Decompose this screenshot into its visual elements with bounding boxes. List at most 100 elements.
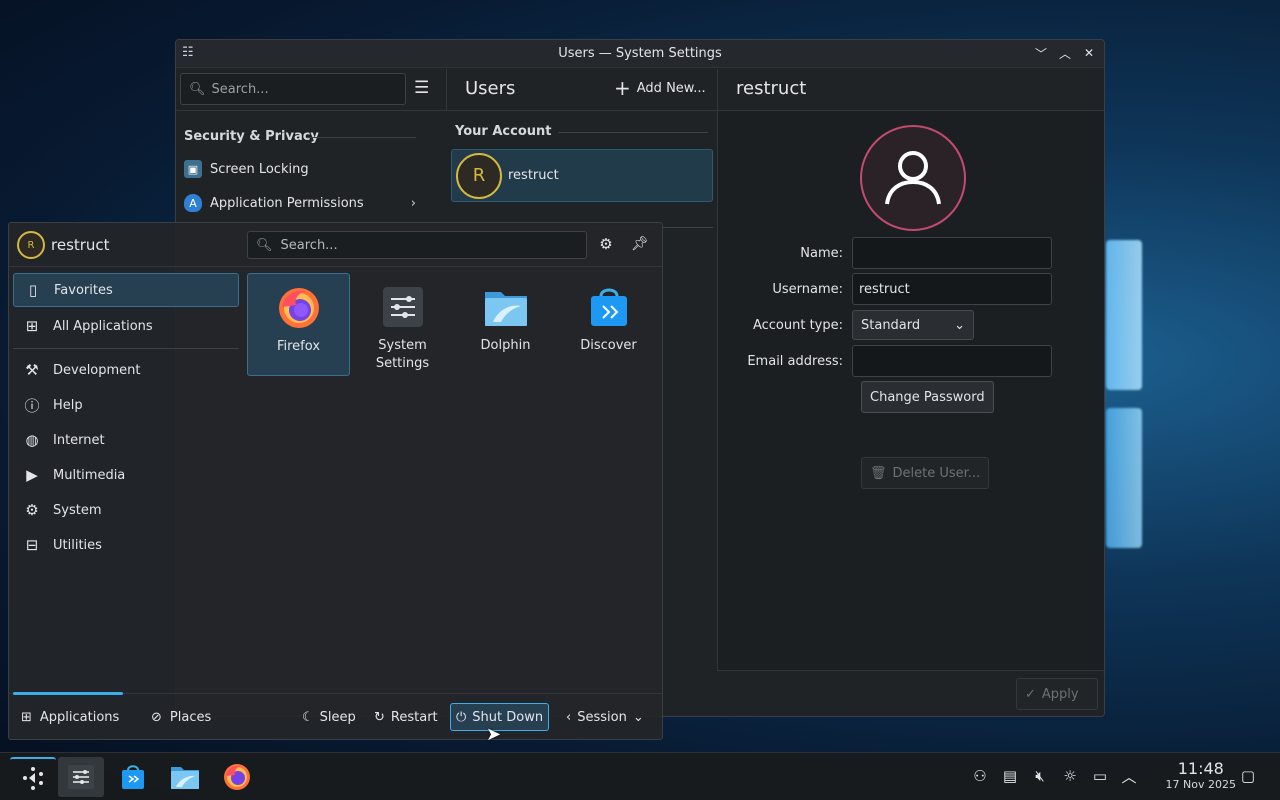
multimedia-icon: ▶	[26, 466, 38, 484]
action-label: Sleep	[319, 709, 356, 725]
launcher-footer: ⊞ Applications ⊘ Places ☾ Sleep ↻ Restar…	[9, 692, 662, 739]
firefox-icon	[275, 284, 323, 332]
launcher-user[interactable]: R restruct	[17, 231, 110, 259]
settings-search-input[interactable]	[211, 81, 392, 97]
action-label: Session	[577, 709, 627, 725]
tab-label: Applications	[39, 709, 120, 725]
network-icon[interactable]: ▭	[1089, 765, 1111, 787]
category-favorites[interactable]: ▯ Favorites	[13, 273, 239, 307]
plus-icon: +	[614, 76, 631, 100]
username-label: Username:	[772, 281, 843, 297]
category-system[interactable]: ⚙ System	[13, 493, 239, 527]
minimize-icon[interactable]: ﹀	[1032, 44, 1050, 62]
app-launcher-button[interactable]	[10, 757, 56, 797]
apply-button[interactable]: ✓ Apply	[1016, 678, 1098, 710]
email-field[interactable]	[852, 345, 1052, 377]
launcher-search[interactable]: 🔍︎	[247, 231, 587, 259]
detail-title: restruct	[736, 78, 807, 99]
grid-icon: ⊞	[25, 317, 39, 335]
app-label: System Settings	[375, 338, 430, 371]
chevron-right-icon: ›	[410, 195, 416, 211]
tab-applications[interactable]: ⊞ Applications	[21, 703, 119, 731]
app-discover[interactable]: Discover	[557, 273, 660, 376]
category-help[interactable]: ⓘ Help	[13, 388, 239, 422]
taskbar-discover[interactable]	[110, 757, 156, 797]
configure-icon[interactable]: ⚙︎	[596, 234, 616, 254]
taskbar-firefox[interactable]	[214, 757, 260, 797]
sidebar-item-screen-locking[interactable]: ▣ Screen Locking	[184, 154, 420, 184]
folder-icon	[482, 283, 530, 331]
grid-icon: ⊞	[21, 709, 32, 725]
window-toolbar: 🔍︎ ☰ Users + Add New... restruct	[176, 69, 1104, 111]
kde-connect-icon[interactable]: ⚇	[969, 765, 991, 787]
volume-muted-icon[interactable]: 🔇︎	[1029, 765, 1051, 787]
app-system-settings[interactable]: System Settings	[351, 273, 454, 376]
app-dolphin[interactable]: Dolphin	[454, 273, 557, 376]
hamburger-menu-icon[interactable]: ☰	[414, 79, 432, 97]
category-label: Utilities	[53, 537, 102, 553]
window-titlebar[interactable]: ☷ Users — System Settings ﹀ ︿ ✕	[176, 40, 1104, 68]
taskbar-system-settings[interactable]	[58, 757, 104, 797]
category-internet[interactable]: ◍ Internet	[13, 423, 239, 457]
restart-button[interactable]: ↻ Restart	[369, 703, 443, 731]
discover-icon	[122, 765, 144, 789]
info-icon: ⓘ	[24, 396, 40, 415]
tab-label: Places	[169, 709, 212, 725]
clipboard-icon[interactable]: ▤	[999, 765, 1021, 787]
user-icon	[885, 151, 941, 205]
maximize-icon[interactable]: ︿	[1056, 44, 1074, 62]
pin-icon[interactable]: 📌︎	[630, 234, 650, 254]
apply-label: Apply	[1041, 686, 1079, 702]
tab-places[interactable]: ⊘ Places	[151, 703, 211, 731]
add-new-label: Add New...	[636, 80, 706, 96]
trash-icon: 🗑︎	[870, 465, 887, 481]
username-field[interactable]: restruct	[852, 273, 1052, 305]
sidebar-item-application-permissions[interactable]: A Application Permissions ›	[184, 188, 420, 218]
section-header-security: Security & Privacy	[184, 129, 319, 144]
globe-icon: ◍	[25, 431, 39, 449]
gear-icon: ⚙	[25, 501, 39, 519]
settings-search[interactable]: 🔍︎	[180, 73, 406, 105]
divider	[717, 69, 718, 110]
account-type-select[interactable]: Standard ⌄	[852, 310, 974, 340]
mouse-cursor-icon: ➤	[486, 724, 502, 745]
chevron-up-icon[interactable]: ︿	[1118, 765, 1140, 787]
add-new-button[interactable]: + Add New...	[614, 76, 706, 100]
toolbox-icon: ⊟	[25, 536, 39, 554]
settings-app-icon[interactable]: ☷	[182, 45, 198, 61]
category-all-applications[interactable]: ⊞ All Applications	[13, 309, 239, 343]
change-password-button[interactable]: Change Password	[861, 381, 994, 413]
category-label: Help	[53, 397, 83, 413]
category-utilities[interactable]: ⊟ Utilities	[13, 528, 239, 562]
clock[interactable]: 11:48 17 Nov 2025	[1166, 759, 1236, 791]
name-row: Name:	[718, 237, 1052, 269]
action-label: Restart	[390, 709, 438, 725]
clock-date: 17 Nov 2025	[1165, 778, 1236, 791]
page-title: Users	[465, 78, 516, 99]
launcher-search-input[interactable]	[280, 237, 571, 253]
brightness-icon[interactable]: ☼	[1059, 765, 1081, 787]
sidebar-item-label: Screen Locking	[210, 161, 309, 177]
user-avatar-large[interactable]	[860, 125, 966, 231]
system-settings-icon	[68, 765, 94, 789]
sidebar-item-label: Application Permissions	[210, 195, 364, 211]
category-multimedia[interactable]: ▶ Multimedia	[13, 458, 239, 492]
search-icon: 🔍︎	[256, 237, 273, 253]
your-account-header: Your Account	[455, 124, 552, 139]
app-firefox[interactable]: Firefox	[247, 273, 350, 376]
session-button[interactable]: ‹ Session ⌄	[561, 703, 649, 731]
name-field[interactable]	[852, 237, 1052, 269]
category-development[interactable]: ⚒︎ Development	[13, 353, 239, 387]
show-desktop-icon[interactable]: ▢	[1237, 765, 1259, 787]
close-icon[interactable]: ✕	[1080, 44, 1098, 62]
account-item-current[interactable]: R restruct	[451, 149, 713, 202]
delete-user-button[interactable]: 🗑︎ Delete User...	[861, 457, 990, 489]
section-line	[558, 132, 708, 133]
taskbar-dolphin[interactable]	[162, 757, 208, 797]
window-title: Users — System Settings	[558, 46, 722, 61]
restart-icon: ↻	[374, 709, 385, 725]
sleep-button[interactable]: ☾ Sleep	[297, 703, 361, 731]
launcher-header: R restruct 🔍︎ ⚙︎ 📌︎	[9, 223, 662, 267]
power-icon: ⏻	[456, 709, 467, 725]
app-label: Discover	[580, 338, 637, 353]
